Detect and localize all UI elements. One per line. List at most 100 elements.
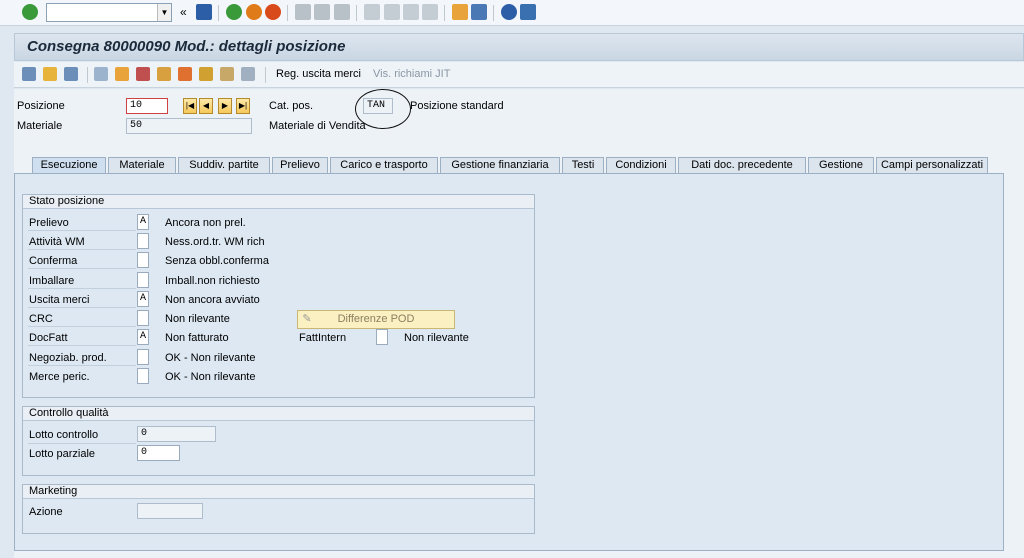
pod-icon: ✎ bbox=[302, 313, 312, 325]
cancel-icon[interactable] bbox=[265, 4, 281, 20]
material-desc: Materiale di Vendita bbox=[269, 120, 366, 132]
status-label: Prelievo bbox=[29, 217, 69, 229]
partial-lot-label: Lotto parziale bbox=[29, 448, 96, 460]
status-text: Ness.ord.tr. WM rich bbox=[165, 236, 265, 248]
tab-suddiv-partite[interactable]: Suddiv. partite bbox=[178, 157, 270, 174]
partial-lot-field[interactable]: 0 bbox=[137, 445, 180, 461]
intern-billing-label: FattIntern bbox=[299, 332, 347, 344]
status-code[interactable] bbox=[137, 349, 149, 365]
goods-issue-button[interactable]: Reg. uscita merci bbox=[276, 68, 361, 80]
tab-esecuzione[interactable]: Esecuzione bbox=[32, 157, 106, 174]
pod-differences-button[interactable]: ✎ Differenze POD bbox=[297, 310, 455, 329]
next-page-icon[interactable] bbox=[403, 4, 419, 20]
batch-split-icon[interactable] bbox=[199, 67, 213, 81]
action-field bbox=[137, 503, 203, 519]
tab-testi[interactable]: Testi bbox=[562, 157, 604, 174]
marketing-group: Marketing bbox=[22, 484, 535, 534]
display-change-icon[interactable] bbox=[22, 67, 36, 81]
back-icon[interactable] bbox=[226, 4, 242, 20]
status-label: Merce peric. bbox=[29, 371, 90, 383]
partner-icon[interactable] bbox=[115, 67, 129, 81]
double-chevron-left-icon[interactable]: « bbox=[180, 5, 187, 19]
new-session-icon[interactable] bbox=[452, 4, 468, 20]
command-field[interactable]: ▼ bbox=[46, 3, 172, 22]
tab-campi-personalizzati[interactable]: Campi personalizzati bbox=[876, 157, 988, 174]
item-category-desc: Posizione standard bbox=[410, 100, 504, 112]
find-next-icon[interactable] bbox=[334, 4, 350, 20]
status-text: Senza obbl.conferma bbox=[165, 255, 269, 267]
quality-control-group: Controllo qualità bbox=[22, 406, 535, 476]
status-label: Attività WM bbox=[29, 236, 85, 248]
copy-icon[interactable] bbox=[94, 67, 108, 81]
status-text: Non rilevante bbox=[165, 313, 230, 325]
tab-materiale[interactable]: Materiale bbox=[108, 157, 176, 174]
item-field[interactable]: 10 bbox=[126, 98, 168, 114]
tab-gestione[interactable]: Gestione bbox=[808, 157, 874, 174]
quality-control-title: Controllo qualità bbox=[23, 407, 534, 421]
find-icon[interactable] bbox=[314, 4, 330, 20]
material-field: 50 bbox=[126, 118, 252, 134]
tab-prelievo[interactable]: Prelievo bbox=[272, 157, 328, 174]
system-toolbar: ▼ « bbox=[0, 0, 1024, 26]
last-page-icon[interactable] bbox=[422, 4, 438, 20]
status-code[interactable] bbox=[137, 368, 149, 384]
tab-dati-doc-precedente[interactable]: Dati doc. precedente bbox=[678, 157, 806, 174]
status-label: Uscita merci bbox=[29, 294, 90, 306]
intern-billing-code[interactable] bbox=[376, 329, 388, 345]
status-code[interactable]: A bbox=[137, 291, 149, 307]
jit-calls-button[interactable]: Vis. richiami JIT bbox=[373, 68, 450, 80]
status-label: Negoziab. prod. bbox=[29, 352, 107, 364]
help-icon[interactable] bbox=[501, 4, 517, 20]
material-label: Materiale bbox=[17, 120, 63, 132]
next-item-icon[interactable]: ▶ bbox=[218, 98, 232, 114]
item-category-label: Cat. pos. bbox=[269, 100, 314, 112]
intern-billing-text: Non rilevante bbox=[404, 332, 469, 344]
enter-icon[interactable] bbox=[22, 4, 38, 20]
chevron-down-icon[interactable]: ▼ bbox=[157, 4, 171, 21]
inspection-lot-field: 0 bbox=[137, 426, 216, 442]
title-bar: Consegna 80000090 Mod.: dettagli posizio… bbox=[14, 33, 1024, 61]
status-label: Conferma bbox=[29, 255, 78, 267]
last-item-icon[interactable]: ▶| bbox=[236, 98, 250, 114]
previous-item-icon[interactable]: ◀ bbox=[199, 98, 213, 114]
output-icon[interactable] bbox=[136, 67, 150, 81]
status-label: DocFatt bbox=[29, 332, 68, 344]
marketing-title: Marketing bbox=[23, 485, 534, 499]
status-text: Imball.non richiesto bbox=[165, 275, 260, 287]
application-toolbar: Reg. uscita merci Vis. richiami JIT bbox=[14, 62, 1024, 88]
action-label: Azione bbox=[29, 506, 63, 518]
status-text: Non fatturato bbox=[165, 332, 229, 344]
status-text: OK - Non rilevante bbox=[165, 352, 256, 364]
print-icon[interactable] bbox=[295, 4, 311, 20]
status-text: Non ancora avviato bbox=[165, 294, 260, 306]
status-group-title: Stato posizione bbox=[23, 195, 534, 209]
status-code[interactable]: A bbox=[137, 214, 149, 230]
shortcut-icon[interactable] bbox=[471, 4, 487, 20]
status-group: Stato posizione bbox=[22, 194, 535, 398]
packing-icon[interactable] bbox=[178, 67, 192, 81]
save-icon[interactable] bbox=[196, 4, 212, 20]
page-title: Consegna 80000090 Mod.: dettagli posizio… bbox=[27, 38, 346, 55]
picking-icon[interactable] bbox=[157, 67, 171, 81]
status-code[interactable] bbox=[137, 310, 149, 326]
status-code[interactable] bbox=[137, 272, 149, 288]
tab-condizioni[interactable]: Condizioni bbox=[606, 157, 676, 174]
status-label: CRC bbox=[29, 313, 53, 325]
inspection-lot-label: Lotto controllo bbox=[29, 429, 99, 441]
first-page-icon[interactable] bbox=[364, 4, 380, 20]
delete-icon[interactable] bbox=[64, 67, 78, 81]
customize-layout-icon[interactable] bbox=[520, 4, 536, 20]
grid-icon[interactable] bbox=[241, 67, 255, 81]
serial-numbers-icon[interactable] bbox=[220, 67, 234, 81]
tab-gestione-finanziaria[interactable]: Gestione finanziaria bbox=[440, 157, 560, 174]
create-icon[interactable] bbox=[43, 67, 57, 81]
exit-icon[interactable] bbox=[246, 4, 262, 20]
status-code[interactable] bbox=[137, 233, 149, 249]
status-text: OK - Non rilevante bbox=[165, 371, 256, 383]
status-label: Imballare bbox=[29, 275, 75, 287]
status-code[interactable]: A bbox=[137, 329, 149, 345]
status-code[interactable] bbox=[137, 252, 149, 268]
previous-page-icon[interactable] bbox=[384, 4, 400, 20]
first-item-icon[interactable]: |◀ bbox=[183, 98, 197, 114]
tab-carico-trasporto[interactable]: Carico e trasporto bbox=[330, 157, 438, 174]
